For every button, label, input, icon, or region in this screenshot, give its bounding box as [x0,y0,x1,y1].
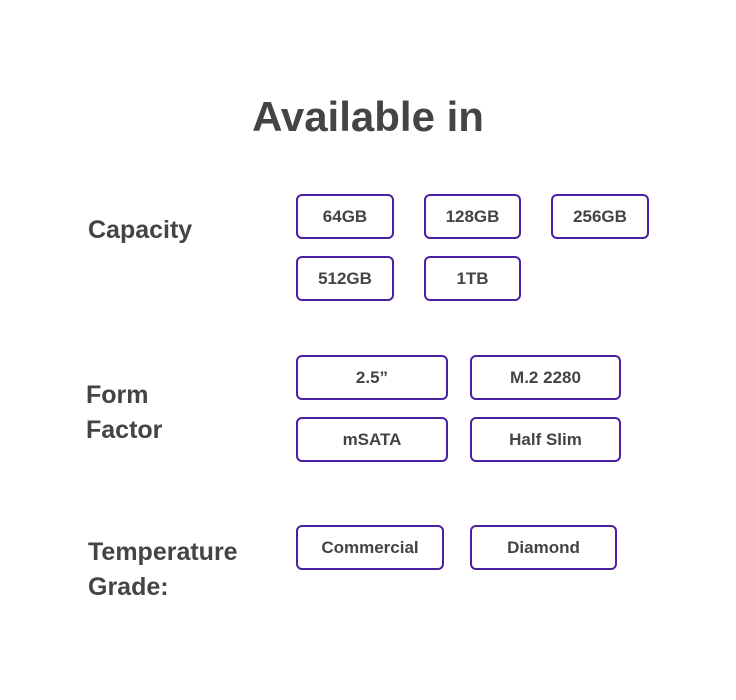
capacity-label: Capacity [88,216,193,244]
capacity-option-256gb[interactable]: 256GB [551,194,649,239]
form-factor-label-line2: Factor [86,416,163,444]
temperature-option-commercial[interactable]: Commercial [296,525,444,570]
form-factor-option-2-5-inch[interactable]: 2.5” [296,355,448,400]
temperature-grade-label-line1: Temperature [88,538,238,566]
form-factor-option-m2-2280[interactable]: M.2 2280 [470,355,621,400]
form-factor-option-msata[interactable]: mSATA [296,417,448,462]
form-factor-label-line1: Form [86,381,149,409]
capacity-option-64gb[interactable]: 64GB [296,194,394,239]
capacity-option-128gb[interactable]: 128GB [424,194,521,239]
page-title: Available in [252,93,484,140]
form-factor-option-half-slim[interactable]: Half Slim [470,417,621,462]
capacity-option-1tb[interactable]: 1TB [424,256,521,301]
temperature-option-diamond[interactable]: Diamond [470,525,617,570]
temperature-grade-label-line2: Grade: [88,573,169,601]
capacity-option-512gb[interactable]: 512GB [296,256,394,301]
